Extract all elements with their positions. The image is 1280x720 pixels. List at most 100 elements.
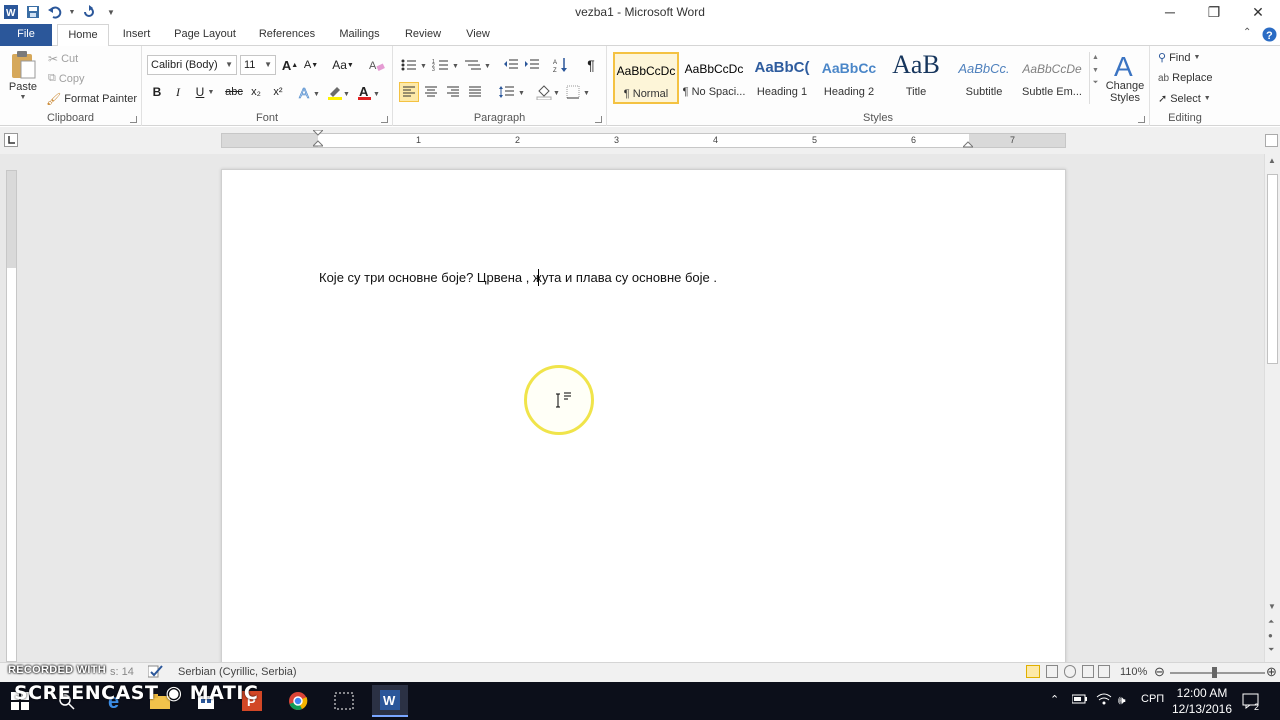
numbering-button[interactable]: 1 2 3 ▼ xyxy=(431,55,461,75)
style-subtitle[interactable]: AaBbCc. Subtitle xyxy=(951,52,1017,104)
tab-home[interactable]: Home xyxy=(57,24,109,47)
zoom-level[interactable]: 110% xyxy=(1120,666,1147,678)
highlight-button[interactable]: ▼ xyxy=(326,82,352,102)
paste-dropdown-icon[interactable]: ▼ xyxy=(20,94,27,101)
style-no-spacing[interactable]: AaBbCcDc ¶ No Spaci... xyxy=(681,52,747,104)
tab-file[interactable]: File xyxy=(0,24,52,46)
minimize-ribbon-icon[interactable]: ⌃ xyxy=(1243,27,1251,38)
document-page[interactable]: Које су три основне боје? Црвена , жута … xyxy=(221,169,1066,669)
volume-icon[interactable]: 🕪 xyxy=(1118,693,1126,708)
style-normal[interactable]: AaBbCcDc ¶ Normal xyxy=(613,52,679,104)
right-indent-marker-icon[interactable] xyxy=(961,140,975,153)
word-count[interactable]: s: 14 xyxy=(110,666,134,678)
scroll-up-icon[interactable]: ▲ xyxy=(1090,54,1101,61)
change-case-button[interactable]: Aa ▼ xyxy=(329,55,357,75)
clear-formatting-icon[interactable]: A xyxy=(367,55,387,75)
cut-button[interactable]: ✂ Cut xyxy=(48,52,78,66)
previous-page-icon[interactable]: ⏶ xyxy=(1268,617,1274,627)
draft-icon[interactable] xyxy=(1098,665,1110,678)
justify-button[interactable] xyxy=(465,82,485,102)
decrease-indent-icon[interactable] xyxy=(501,55,521,75)
paste-button[interactable]: Paste ▼ xyxy=(6,50,40,101)
text-effects-button[interactable]: A ▼ xyxy=(297,82,323,102)
underline-dropdown-icon[interactable]: ▼ xyxy=(206,82,216,102)
tab-mailings[interactable]: Mailings xyxy=(332,24,387,46)
align-left-button[interactable] xyxy=(399,82,419,102)
scroll-up-icon[interactable]: ▲ xyxy=(1268,156,1276,165)
input-language[interactable]: СРП xyxy=(1141,693,1164,705)
borders-button[interactable]: ▼ xyxy=(565,82,593,102)
font-family-combo[interactable]: Calibri (Body) ▼ xyxy=(147,55,237,75)
tray-expand-icon[interactable]: ⌃ xyxy=(1050,693,1059,706)
style-title[interactable]: AaB Title xyxy=(883,50,949,104)
zoom-in-icon[interactable]: ⊕ xyxy=(1266,664,1277,680)
tab-insert[interactable]: Insert xyxy=(114,24,159,46)
italic-button[interactable]: I xyxy=(168,82,188,102)
zoom-slider-thumb[interactable] xyxy=(1212,667,1217,678)
styles-scroll[interactable]: ▲ ▼ ⏷ xyxy=(1089,52,1101,104)
line-spacing-button[interactable]: ▼ xyxy=(497,82,527,102)
snipping-tool-icon[interactable] xyxy=(326,685,362,717)
font-launcher-icon[interactable] xyxy=(381,116,388,123)
tab-view[interactable]: View xyxy=(458,24,498,46)
align-center-button[interactable] xyxy=(421,82,441,102)
battery-icon[interactable] xyxy=(1071,693,1088,707)
proofing-icon[interactable] xyxy=(147,664,164,681)
shading-button[interactable]: ▼ xyxy=(535,82,563,102)
show-formatting-button[interactable]: ¶ xyxy=(581,55,601,75)
bullets-button[interactable]: ▼ xyxy=(399,55,429,75)
ruler-toggle-icon[interactable] xyxy=(1265,134,1278,147)
font-color-button[interactable]: A ▼ xyxy=(356,82,382,102)
change-styles-button[interactable]: A Change Styles xyxy=(1103,50,1147,104)
select-button[interactable]: ➚ Select ▼ xyxy=(1158,92,1211,106)
bold-button[interactable]: B xyxy=(147,82,167,102)
style-heading-2[interactable]: AaBbCc Heading 2 xyxy=(816,52,882,104)
increase-indent-icon[interactable] xyxy=(522,55,542,75)
indent-marker-icon[interactable] xyxy=(311,129,325,153)
help-icon[interactable]: ? xyxy=(1262,27,1277,45)
shrink-font-button[interactable]: A ▼ xyxy=(301,55,321,75)
tab-references[interactable]: References xyxy=(253,24,321,46)
font-size-combo[interactable]: 11 ▼ xyxy=(240,55,276,75)
subscript-button[interactable]: x₂ xyxy=(246,82,266,102)
paragraph-launcher-icon[interactable] xyxy=(595,116,602,123)
print-layout-icon[interactable] xyxy=(1026,665,1040,678)
sort-icon[interactable]: AZ xyxy=(551,55,571,75)
tab-review[interactable]: Review xyxy=(398,24,448,46)
web-layout-icon[interactable] xyxy=(1064,665,1076,678)
more-styles-icon[interactable]: ⏷ xyxy=(1090,79,1101,87)
vertical-scrollbar[interactable]: ▲ ▼ ⏶ ● ⏷ xyxy=(1264,154,1280,662)
browse-object-icon[interactable]: ● xyxy=(1268,631,1273,640)
style-subtle-emphasis[interactable]: AaBbCcDe Subtle Em... xyxy=(1019,52,1085,104)
word-taskbar-icon[interactable]: W xyxy=(372,685,408,717)
document-text[interactable]: Које су три основне боје? Црвена , жута … xyxy=(319,270,717,285)
clipboard-launcher-icon[interactable] xyxy=(130,116,137,123)
restore-button[interactable]: ❐ xyxy=(1192,0,1236,24)
zoom-slider[interactable] xyxy=(1170,672,1265,674)
format-painter-button[interactable]: 🖌 Format Painter xyxy=(46,92,137,106)
wifi-icon[interactable] xyxy=(1096,693,1112,708)
replace-button[interactable]: ab Replace xyxy=(1158,72,1212,84)
horizontal-ruler[interactable]: 1 2 3 4 5 6 7 xyxy=(221,129,1066,148)
next-page-icon[interactable]: ⏷ xyxy=(1268,645,1274,655)
find-button[interactable]: ⚲ Find ▼ xyxy=(1158,51,1200,65)
superscript-button[interactable]: x² xyxy=(268,82,288,102)
vertical-ruler[interactable] xyxy=(6,170,17,662)
minimize-button[interactable]: ─ xyxy=(1148,0,1192,24)
tab-selector-icon[interactable] xyxy=(4,133,18,147)
multilevel-list-button[interactable]: ▼ xyxy=(463,55,493,75)
scroll-down-icon[interactable]: ▼ xyxy=(1268,602,1276,611)
scroll-down-icon[interactable]: ▼ xyxy=(1090,67,1101,74)
close-button[interactable]: ✕ xyxy=(1236,0,1280,24)
strikethrough-button[interactable]: abc xyxy=(222,82,246,102)
copy-button[interactable]: ⧉ Copy xyxy=(48,72,85,85)
styles-launcher-icon[interactable] xyxy=(1138,116,1145,123)
align-right-button[interactable] xyxy=(443,82,463,102)
full-screen-reading-icon[interactable] xyxy=(1046,665,1058,678)
chrome-icon[interactable] xyxy=(280,685,316,717)
clock[interactable]: 12:00 AM 12/13/2016 xyxy=(1170,685,1234,717)
scrollbar-thumb[interactable] xyxy=(1267,174,1278,364)
style-heading-1[interactable]: AaBbC( Heading 1 xyxy=(749,52,815,104)
grow-font-button[interactable]: A ▲ xyxy=(280,55,300,75)
tab-page-layout[interactable]: Page Layout xyxy=(168,24,242,46)
